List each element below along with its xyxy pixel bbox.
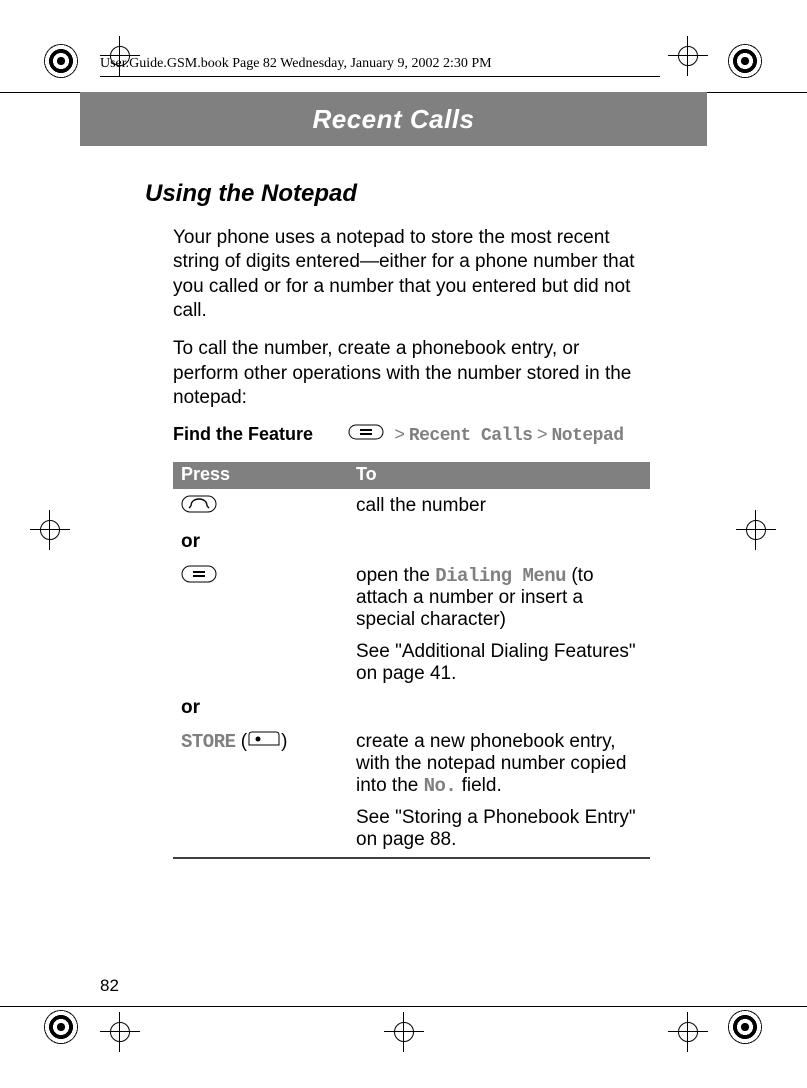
corner-target-bot-left xyxy=(44,1010,78,1044)
see-reference: See "Additional Dialing Features" on pag… xyxy=(356,641,636,684)
table-cell-action: open the Dialing Menu (to attach a numbe… xyxy=(348,559,650,691)
corner-target-top-left xyxy=(44,44,78,78)
cropmark-bot-b xyxy=(384,1012,424,1052)
table-row: call the number xyxy=(173,489,650,525)
chapter-title: Recent Calls xyxy=(312,104,474,135)
menu-name: Dialing Menu xyxy=(435,565,566,587)
table-row: or xyxy=(173,525,650,559)
cropmark-bot-c xyxy=(668,1012,708,1052)
send-key-icon xyxy=(181,495,217,519)
softkey-store: STORE xyxy=(181,731,236,753)
chapter-title-bar: Recent Calls xyxy=(80,92,707,146)
instructions-table: Press To call the number or xyxy=(173,462,650,859)
paren-close: ) xyxy=(281,731,287,752)
table-header-to: To xyxy=(348,462,650,489)
section-heading: Using the Notepad xyxy=(145,180,650,208)
table-row: or xyxy=(173,691,650,725)
menu-key-icon xyxy=(181,565,217,589)
corner-target-top-right xyxy=(728,44,762,78)
frame-line-bottom xyxy=(0,1006,807,1007)
navigation-path: > Recent Calls > Notepad xyxy=(348,424,624,446)
table-cell-action: call the number xyxy=(348,489,650,525)
table-row: STORE ( ) create a new phonebook entry, … xyxy=(173,725,650,858)
cropmark-top-b xyxy=(668,36,708,76)
nav-step: Recent Calls xyxy=(409,426,533,446)
find-the-feature-label: Find the Feature xyxy=(173,424,348,445)
table-row: open the Dialing Menu (to attach a numbe… xyxy=(173,559,650,691)
cropmark-left xyxy=(30,510,70,550)
page-content: Using the Notepad Your phone uses a note… xyxy=(145,180,650,859)
runhead-underline xyxy=(100,76,660,77)
or-label: or xyxy=(173,525,348,559)
nav-step: Notepad xyxy=(551,426,623,446)
cropmark-bot-a xyxy=(100,1012,140,1052)
running-header: User.Guide.GSM.book Page 82 Wednesday, J… xyxy=(100,56,492,72)
body-paragraph: To call the number, create a phonebook e… xyxy=(173,337,650,410)
menu-key-icon xyxy=(348,424,384,446)
find-the-feature-row: Find the Feature > Recent Calls > Notepa… xyxy=(173,424,650,446)
page-number: 82 xyxy=(100,976,119,996)
table-header-press: Press xyxy=(173,462,348,489)
softkey-icon xyxy=(247,731,281,753)
cropmark-right xyxy=(736,510,776,550)
field-name: No. xyxy=(424,775,457,797)
see-reference: See "Storing a Phonebook Entry" on page … xyxy=(356,807,636,850)
table-cell-action: create a new phonebook entry, with the n… xyxy=(348,725,650,858)
body-paragraph: Your phone uses a notepad to store the m… xyxy=(173,226,650,323)
or-label: or xyxy=(173,691,348,725)
corner-target-bot-right xyxy=(728,1010,762,1044)
